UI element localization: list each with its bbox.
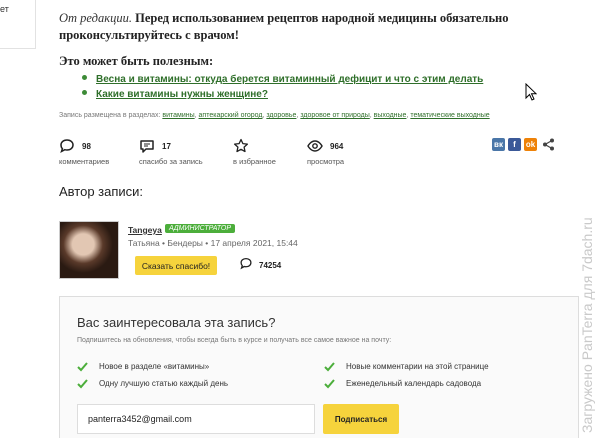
category-link[interactable]: аптекарский огород <box>199 112 263 119</box>
subscribe-box: Вас заинтересовала эта запись? Подпишите… <box>59 296 579 438</box>
thanks-label: спасибо за запись <box>139 157 203 166</box>
eye-icon <box>307 140 323 152</box>
star-icon <box>233 138 249 153</box>
subscribe-title: Вас заинтересовала эта запись? <box>77 315 276 330</box>
category-link[interactable]: выходные <box>374 112 407 119</box>
list-item: Весна и витамины: откуда берется витамин… <box>82 70 483 85</box>
say-thanks-button[interactable]: Сказать спасибо! <box>135 256 217 275</box>
option-label: Новое в разделе «витамины» <box>99 362 210 371</box>
share-icon[interactable] <box>542 138 555 151</box>
author-thanks-count: 74254 <box>259 261 282 270</box>
speech-bubble-icon <box>140 140 154 153</box>
sidebar-widget-text: ет <box>0 4 9 14</box>
option-label: Новые комментарии на этой странице <box>346 362 489 371</box>
sidebar-widget-edge: ет <box>0 0 36 49</box>
watermark-text: Загружено PanTerra для 7dach.ru <box>579 217 595 433</box>
category-link[interactable]: здоровье <box>266 112 296 119</box>
comment-icon <box>240 257 252 270</box>
views-label: просмотра <box>307 157 345 166</box>
useful-link[interactable]: Весна и витамины: откуда берется витамин… <box>96 74 483 85</box>
subscribe-button[interactable]: Подписаться <box>323 404 399 434</box>
category-link[interactable]: здоровое от природы <box>300 112 369 119</box>
email-field[interactable] <box>77 404 315 434</box>
author-card: Tangeya Администратор Татьяна • Бендеры … <box>59 221 579 281</box>
checkmark-icon <box>77 379 88 389</box>
author-meta: Татьяна • Бендеры • 17 апреля 2021, 15:4… <box>128 238 298 248</box>
author-heading: Автор записи: <box>59 184 144 199</box>
share-bar: вк f ok <box>492 138 560 152</box>
useful-links-list: Весна и витамины: откуда берется витамин… <box>82 70 483 100</box>
categories-prefix: Запись размещена в разделах: <box>59 112 163 119</box>
checkmark-icon <box>324 362 335 372</box>
mouse-cursor-icon <box>525 83 537 101</box>
odnoklassniki-icon[interactable]: ok <box>524 138 537 151</box>
editor-note-prefix: От редакции. <box>59 11 132 25</box>
list-item: Какие витамины нужны женщине? <box>82 85 483 100</box>
views-count: 964 <box>330 142 344 151</box>
editor-note: От редакции. Перед использованием рецепт… <box>59 10 579 44</box>
useful-links-title: Это может быть полезным: <box>59 54 214 68</box>
checkmark-icon <box>77 362 88 372</box>
option-label: Одну лучшую статью каждый день <box>99 379 229 388</box>
subscribe-description: Подпишитесь на обновления, чтобы всегда … <box>77 337 392 344</box>
favorite-label: в избранное <box>233 157 276 166</box>
author-username[interactable]: Tangeya <box>128 225 162 235</box>
avatar[interactable] <box>59 221 119 279</box>
vk-icon[interactable]: вк <box>492 138 505 151</box>
watermark: Загружено PanTerra для 7dach.ru <box>578 188 600 433</box>
useful-link[interactable]: Какие витамины нужны женщине? <box>96 89 268 100</box>
checkmark-icon <box>324 379 335 389</box>
facebook-icon[interactable]: f <box>508 138 521 151</box>
post-stats: 98 комментариев 17 спасибо за запись в и… <box>59 138 559 168</box>
post-categories: Запись размещена в разделах: витамины, а… <box>59 112 490 119</box>
category-link[interactable]: тематические выходные <box>410 112 489 119</box>
comment-icon <box>60 139 74 154</box>
role-badge: Администратор <box>165 224 236 233</box>
comments-label: комментариев <box>59 157 110 166</box>
thanks-count: 17 <box>162 142 171 151</box>
comments-count: 98 <box>82 142 91 151</box>
category-link[interactable]: витамины <box>162 112 194 119</box>
option-label: Еженедельный календарь садовода <box>346 379 482 388</box>
